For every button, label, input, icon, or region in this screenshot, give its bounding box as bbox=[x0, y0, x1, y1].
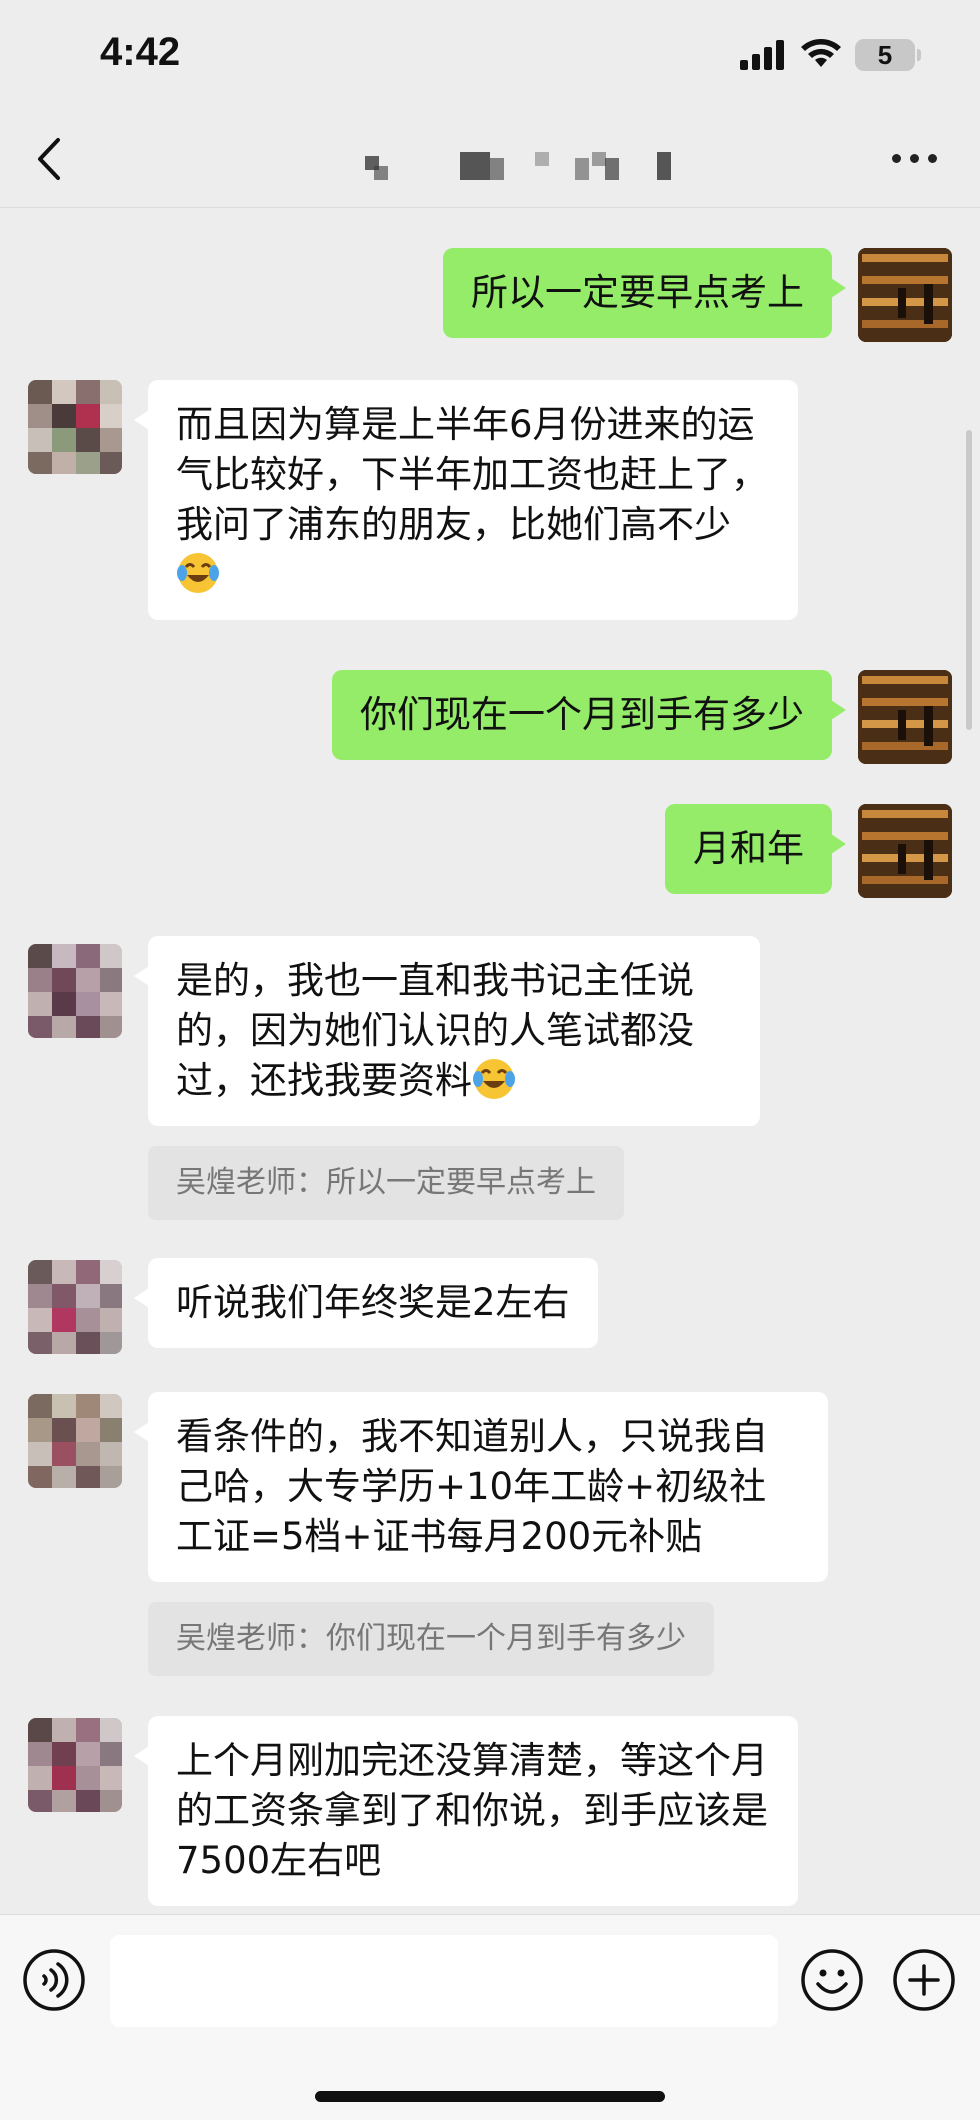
quoted-reply[interactable]: 吴煌老师：所以一定要早点考上 bbox=[148, 1146, 624, 1220]
status-time: 4:42 bbox=[100, 30, 181, 74]
avatar-contact[interactable] bbox=[28, 380, 122, 474]
wifi-icon bbox=[801, 39, 841, 67]
add-attachment-icon[interactable] bbox=[892, 1948, 956, 2012]
avatar-contact[interactable] bbox=[28, 944, 122, 1038]
bookshelf-avatar-icon bbox=[858, 248, 952, 342]
message-input[interactable] bbox=[110, 1935, 778, 2027]
battery-tip bbox=[917, 49, 921, 61]
message-bubble-sent[interactable]: 你们现在一个月到手有多少 bbox=[332, 670, 846, 760]
emoji-picker-icon[interactable] bbox=[800, 1948, 864, 2012]
chat-header bbox=[0, 110, 980, 208]
avatar-self[interactable] bbox=[858, 670, 952, 764]
message-bubble-received[interactable]: 看条件的，我不知道别人，只说我自己哈，大专学历+10年工龄+初级社工证=5档+证… bbox=[134, 1392, 828, 1582]
message-bubble-received[interactable]: 而且因为算是上半年6月份进来的运气比较好，下半年加工资也赶上了，我问了浦东的朋友… bbox=[134, 380, 798, 620]
pixelated-avatar-icon bbox=[28, 944, 122, 1038]
chat-title-blurred bbox=[360, 150, 680, 180]
battery-icon: 5 bbox=[855, 39, 915, 71]
pixelated-avatar-icon bbox=[28, 380, 122, 474]
message-bubble-sent[interactable]: 月和年 bbox=[665, 804, 846, 894]
quoted-reply[interactable]: 吴煌老师：你们现在一个月到手有多少 bbox=[148, 1602, 714, 1676]
back-chevron-icon[interactable] bbox=[30, 134, 70, 184]
scrollbar[interactable] bbox=[966, 430, 972, 730]
face-with-tears-of-joy-icon bbox=[473, 1059, 515, 1099]
avatar-contact[interactable] bbox=[28, 1394, 122, 1488]
avatar-self[interactable] bbox=[858, 804, 952, 898]
cellular-signal-icon bbox=[740, 40, 784, 70]
more-options-icon[interactable] bbox=[890, 152, 940, 166]
pixelated-avatar-icon bbox=[28, 1260, 122, 1354]
message-text: 是的，我也一直和我书记主任说的，因为她们认识的人笔试都没过，还找我要资料 bbox=[176, 959, 694, 1102]
message-bubble-received[interactable]: 听说我们年终奖是2左右 bbox=[134, 1258, 598, 1348]
message-bubble-received[interactable]: 上个月刚加完还没算清楚，等这个月的工资条拿到了和你说，到手应该是7500左右吧 bbox=[134, 1716, 798, 1906]
avatar-self[interactable] bbox=[858, 248, 952, 342]
message-bubble-received[interactable]: 是的，我也一直和我书记主任说的，因为她们认识的人笔试都没过，还找我要资料 bbox=[134, 936, 760, 1126]
avatar-contact[interactable] bbox=[28, 1718, 122, 1812]
message-text: 而且因为算是上半年6月份进来的运气比较好，下半年加工资也赶上了，我问了浦东的朋友… bbox=[176, 403, 768, 546]
home-indicator[interactable] bbox=[315, 2091, 665, 2102]
pixelated-avatar-icon bbox=[28, 1718, 122, 1812]
face-with-tears-of-joy-icon bbox=[177, 553, 219, 593]
voice-input-icon[interactable] bbox=[22, 1948, 86, 2012]
bookshelf-avatar-icon bbox=[858, 804, 952, 898]
bookshelf-avatar-icon bbox=[858, 670, 952, 764]
pixelated-avatar-icon bbox=[28, 1394, 122, 1488]
status-bar: 4:42 5 bbox=[0, 0, 980, 110]
message-bubble-sent[interactable]: 所以一定要早点考上 bbox=[443, 248, 846, 338]
input-bar bbox=[0, 1914, 980, 2120]
avatar-contact[interactable] bbox=[28, 1260, 122, 1354]
